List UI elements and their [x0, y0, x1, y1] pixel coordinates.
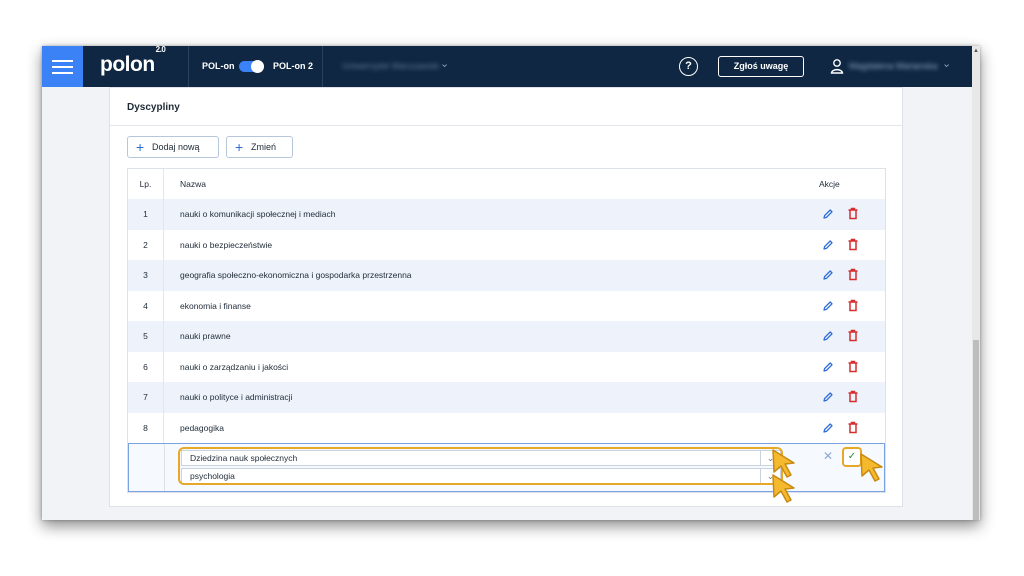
pencil-icon[interactable]: [822, 300, 834, 312]
add-new-label: Dodaj nową: [152, 142, 200, 152]
menu-icon: [52, 66, 73, 68]
divider: [322, 46, 323, 87]
row-name: ekonomia i finanse: [180, 300, 251, 311]
plus-icon: +: [235, 139, 244, 155]
report-issue-button[interactable]: Zgłoś uwagę: [718, 56, 804, 77]
pencil-icon[interactable]: [822, 361, 834, 373]
row-name: nauki o polityce i administracji: [180, 392, 293, 402]
plus-icon: +: [136, 139, 145, 155]
menu-icon: [52, 60, 73, 62]
row-lp: 7: [128, 382, 164, 413]
row-lp: 5: [128, 321, 164, 352]
table-row: 6 nauki o zarządzaniu i jakości: [128, 351, 885, 382]
chevron-down-icon[interactable]: ⌄: [942, 57, 951, 70]
table-row: 2 nauki o bezpieczeństwie: [128, 229, 885, 260]
add-new-button[interactable]: + Dodaj nową: [127, 136, 219, 158]
pencil-icon[interactable]: [822, 239, 834, 251]
header-lp: Lp.: [128, 169, 164, 199]
row-lp: 8: [128, 412, 164, 443]
logo-text: polon: [100, 53, 155, 76]
chevron-down-icon[interactable]: ⌄: [440, 57, 449, 70]
table-row: 8 pedagogika: [128, 412, 885, 443]
scroll-up-icon[interactable]: ▲: [973, 48, 979, 54]
pencil-icon[interactable]: [822, 330, 834, 342]
row-lp: 3: [128, 260, 164, 291]
trash-icon[interactable]: [847, 329, 859, 342]
row-lp: 6: [128, 351, 164, 382]
table-row: 3 geografia społeczno-ekonomiczna i gospo…: [128, 260, 885, 291]
user-name[interactable]: Magdalena Marianska: [849, 61, 938, 71]
pencil-icon[interactable]: [822, 208, 834, 220]
logo-version: 2.0: [155, 46, 166, 54]
header-name: Nazwa: [180, 179, 206, 189]
trash-icon[interactable]: [847, 390, 859, 403]
close-icon[interactable]: ✕: [823, 449, 833, 463]
change-button[interactable]: + Zmień: [226, 136, 293, 158]
change-label: Zmień: [251, 142, 277, 152]
user-icon[interactable]: [829, 58, 845, 74]
trash-icon[interactable]: [847, 299, 859, 312]
table-row: 7 nauki o polityce i administracji: [128, 382, 885, 413]
panel-title: Dyscypliny: [127, 102, 180, 113]
cursor-pointer-icon: [772, 474, 795, 503]
row-lp: 4: [128, 290, 164, 321]
table-row: 4 ekonomia i finanse: [128, 290, 885, 321]
scroll-thumb[interactable]: [973, 340, 979, 520]
pol-on2-label: POL-on 2: [273, 61, 313, 71]
pencil-icon[interactable]: [822, 391, 834, 403]
divider: [110, 125, 902, 126]
disciplines-panel: Dyscypliny + Dodaj nową + Zmień Lp. Nazw…: [109, 87, 903, 507]
cursor-pointer-icon: [860, 453, 883, 482]
row-name: nauki o zarządzaniu i jakości: [180, 361, 289, 372]
menu-button[interactable]: [42, 46, 83, 87]
row-name: nauki prawne: [180, 331, 231, 341]
trash-icon[interactable]: [847, 268, 859, 281]
header-actions: Akcje: [819, 179, 840, 189]
trash-icon[interactable]: [847, 360, 859, 373]
pencil-icon[interactable]: [822, 269, 834, 281]
disciplines-table: Lp. Nazwa Akcje 1 nauki o komunikacji spo…: [127, 168, 886, 493]
row-name: nauki o komunikacji społecznej i mediach: [180, 209, 336, 219]
help-icon[interactable]: ?: [679, 57, 698, 76]
row-lp: 1: [128, 199, 164, 230]
row-lp: 2: [128, 229, 164, 260]
app-window: polon2.0 POL-on POL-on 2 Uniwersytet War…: [42, 46, 980, 520]
app-logo[interactable]: polon2.0: [100, 46, 166, 77]
row-name: geografia społeczno-ekonomiczna i gospod…: [180, 270, 412, 280]
menu-icon: [52, 72, 73, 74]
table-header: Lp. Nazwa Akcje: [128, 169, 885, 199]
vertical-scrollbar[interactable]: ▲: [972, 46, 980, 520]
trash-icon[interactable]: [847, 207, 859, 220]
university-selector[interactable]: Uniwersytet Warszawski: [342, 61, 439, 71]
pencil-icon[interactable]: [822, 422, 834, 434]
top-bar: polon2.0 POL-on POL-on 2 Uniwersytet War…: [42, 46, 972, 87]
trash-icon[interactable]: [847, 421, 859, 434]
edit-row-lp: [129, 444, 165, 491]
table-row: 1 nauki o komunikacji społecznej i mediac…: [128, 199, 885, 230]
row-name: pedagogika: [180, 422, 224, 433]
table-row: 5 nauki prawne: [128, 321, 885, 352]
pol-on-toggle[interactable]: [239, 60, 264, 73]
trash-icon[interactable]: [847, 238, 859, 251]
selection-highlight: [178, 447, 783, 485]
row-name: nauki o bezpieczeństwie: [180, 239, 273, 250]
divider: [188, 46, 189, 87]
pol-on-label: POL-on: [202, 61, 235, 71]
